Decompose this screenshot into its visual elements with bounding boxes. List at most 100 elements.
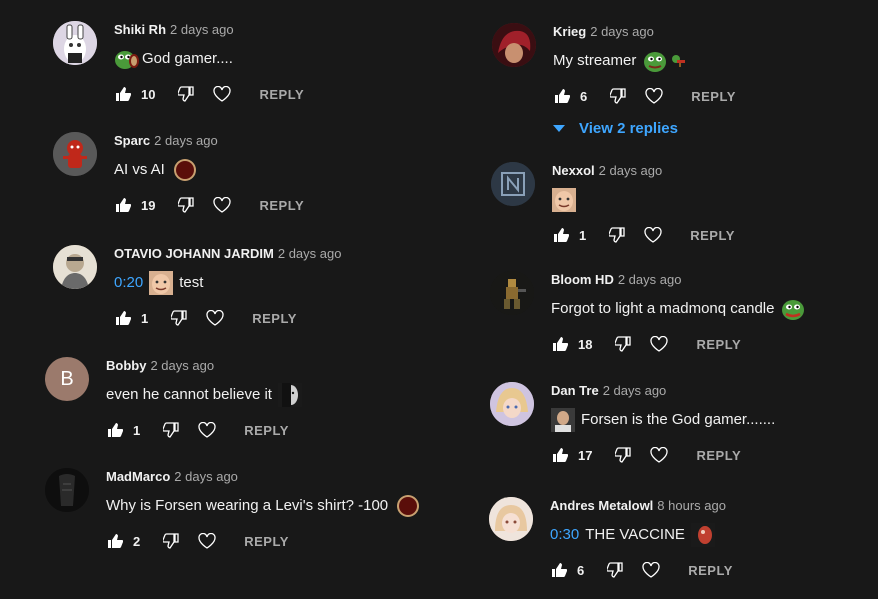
comment-time[interactable]: 2 days ago [618,272,682,287]
comment-body: Why is Forsen wearing a Levi's shirt? -1… [106,497,389,514]
pepe-emote-icon [114,47,139,71]
reply-button[interactable]: REPLY [244,423,289,438]
avatar[interactable] [53,21,97,65]
comment-text: Why is Forsen wearing a Levi's shirt? -1… [106,494,424,518]
like-count: 6 [577,562,585,578]
avatar[interactable] [53,132,97,176]
like-count: 1 [133,422,141,438]
candle-emote-icon [396,494,420,518]
author-line: OTAVIO JOHANN JARDIM 2 days ago [114,245,341,263]
dislike-icon[interactable] [170,309,188,327]
avatar[interactable] [489,497,533,541]
view-replies-button[interactable]: View 2 replies [553,120,678,137]
avatar[interactable] [491,162,535,206]
dislike-icon[interactable] [614,446,632,464]
comment-time[interactable]: 2 days ago [603,383,667,398]
avatar[interactable] [492,23,536,67]
heart-icon[interactable] [642,561,660,579]
video-timestamp-link[interactable]: 0:20 [114,271,143,295]
heart-icon[interactable] [650,446,669,464]
reply-button[interactable]: REPLY [244,534,289,549]
author-name[interactable]: Dan Tre [551,383,599,398]
heart-icon[interactable] [198,421,216,439]
comment-time[interactable]: 2 days ago [154,133,218,148]
like-count: 2 [133,533,141,549]
comment-otavio: OTAVIO JOHANN JARDIM 2 days ago 0:20 test… [53,245,413,335]
heart-icon[interactable] [213,85,232,103]
comment-actions: 6 REPLY [550,561,733,579]
reply-button[interactable]: REPLY [690,228,735,243]
reply-button[interactable]: REPLY [688,563,733,578]
author-name[interactable]: Bloom HD [551,272,614,287]
comment-time[interactable]: 2 days ago [590,24,654,39]
comment-body: test [179,274,204,291]
comment-body: AI vs AI [114,161,165,178]
reply-button[interactable]: REPLY [696,337,741,352]
reply-button[interactable]: REPLY [252,311,297,326]
like-icon[interactable] [553,87,571,105]
author-line: Dan Tre 2 days ago [551,382,666,400]
dislike-icon[interactable] [177,85,195,103]
author-name[interactable]: Shiki Rh [114,22,166,37]
comment-text: even he cannot believe it [106,383,306,407]
comment-text [552,188,580,212]
author-name[interactable]: MadMarco [106,469,170,484]
comment-text: My streamer [553,49,690,73]
comment-time[interactable]: 2 days ago [174,469,238,484]
avatar[interactable] [45,468,89,512]
comment-actions: 1 REPLY [552,226,735,244]
dislike-icon[interactable] [162,532,180,550]
author-name[interactable]: Sparc [114,133,150,148]
heart-icon[interactable] [650,335,669,353]
dislike-icon[interactable] [608,226,626,244]
like-icon[interactable] [114,309,132,327]
dislike-icon[interactable] [177,196,195,214]
video-timestamp-link[interactable]: 0:30 [550,523,579,547]
like-icon[interactable] [551,335,569,353]
comment-time[interactable]: 2 days ago [599,163,663,178]
comment-nexxol: Nexxol 2 days ago 1 REPLY [491,162,851,252]
author-name[interactable]: Krieg [553,24,586,39]
dislike-icon[interactable] [609,87,627,105]
like-icon[interactable] [106,421,124,439]
avatar[interactable] [490,382,534,426]
gun-emote-icon [670,49,686,73]
heart-icon[interactable] [198,532,216,550]
heart-icon[interactable] [644,226,662,244]
reply-button[interactable]: REPLY [259,198,304,213]
reply-button[interactable]: REPLY [696,448,741,463]
avatar[interactable]: B [45,357,89,401]
dislike-icon[interactable] [614,335,632,353]
author-name[interactable]: Nexxol [552,163,595,178]
like-count: 1 [579,227,587,243]
comment-actions: 17 REPLY [551,446,741,464]
dislike-icon[interactable] [162,421,180,439]
comment-time[interactable]: 8 hours ago [657,498,726,513]
heart-icon[interactable] [206,309,224,327]
author-name[interactable]: Andres Metalowl [550,498,653,513]
pepe-emote-icon [642,49,667,73]
avatar[interactable] [53,245,97,289]
avatar[interactable] [490,271,534,315]
reply-button[interactable]: REPLY [691,89,736,104]
author-name[interactable]: OTAVIO JOHANN JARDIM [114,246,274,261]
reply-button[interactable]: REPLY [259,87,304,102]
heart-icon[interactable] [213,196,232,214]
comment-body: Forsen is the God gamer....... [581,411,776,428]
dislike-icon[interactable] [606,561,624,579]
like-icon[interactable] [552,226,570,244]
comment-time[interactable]: 2 days ago [150,358,214,373]
like-icon[interactable] [551,446,569,464]
like-icon[interactable] [550,561,568,579]
caret-down-icon [553,125,565,132]
author-line: Nexxol 2 days ago [552,162,662,180]
comment-time[interactable]: 2 days ago [170,22,234,37]
like-icon[interactable] [114,85,132,103]
heart-icon[interactable] [645,87,663,105]
like-count: 10 [141,86,156,102]
like-count: 6 [580,88,588,104]
like-icon[interactable] [106,532,124,550]
author-name[interactable]: Bobby [106,358,146,373]
comment-time[interactable]: 2 days ago [278,246,342,261]
like-icon[interactable] [114,196,132,214]
